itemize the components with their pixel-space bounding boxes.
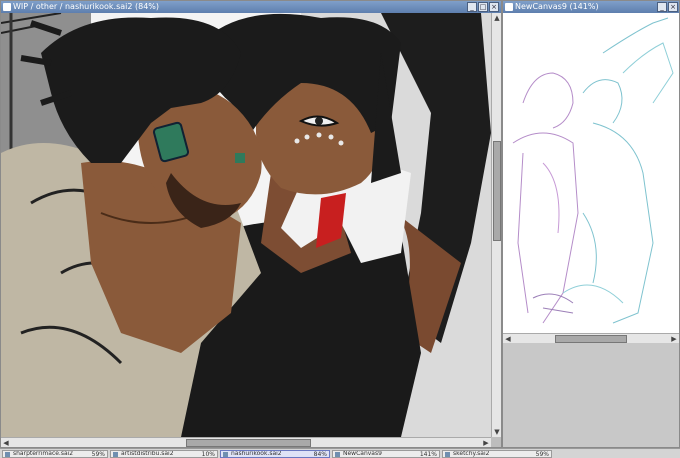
document-tab[interactable]: sharpterrimace.sai2 59% bbox=[2, 450, 108, 458]
document-tab-bar: sharpterrimace.sai2 59% artistdistribu.s… bbox=[0, 448, 680, 458]
left-window-title-bar[interactable]: WIP / other / nashurikook.sai2 (84%) bbox=[1, 1, 501, 13]
document-icon bbox=[5, 452, 10, 457]
document-tab-active[interactable]: nashurikook.sai2 84% bbox=[220, 450, 330, 458]
horizontal-scroll-thumb[interactable] bbox=[186, 439, 311, 447]
maximize-button[interactable]: □ bbox=[478, 2, 488, 12]
close-button[interactable]: × bbox=[489, 2, 499, 12]
tab-label: sharpterrimace.sai2 bbox=[13, 450, 74, 457]
right-horizontal-scrollbar[interactable]: ◀ ▶ bbox=[503, 333, 679, 343]
document-icon bbox=[335, 452, 340, 457]
right-window-title: NewCanvas9 (141%) bbox=[515, 2, 599, 11]
tab-label: NewCanvas9 bbox=[343, 450, 382, 457]
sketch-canvas[interactable] bbox=[503, 13, 679, 333]
tab-label: sketchy.sai2 bbox=[453, 450, 490, 457]
minimize-button[interactable]: _ bbox=[657, 2, 667, 12]
scroll-left-arrow-icon[interactable]: ◀ bbox=[1, 438, 11, 448]
artwork-illustration bbox=[1, 13, 491, 437]
tab-zoom: 10% bbox=[201, 451, 215, 458]
tab-zoom: 84% bbox=[313, 451, 327, 458]
left-canvas-window[interactable]: WIP / other / nashurikook.sai2 (84%) _ □… bbox=[0, 0, 502, 448]
left-window-title: WIP / other / nashurikook.sai2 (84%) bbox=[13, 2, 160, 11]
scroll-down-arrow-icon[interactable]: ▼ bbox=[492, 427, 502, 437]
right-canvas-window[interactable]: NewCanvas9 (141%) _ × ◀ ▶ bbox=[502, 0, 680, 448]
scroll-right-arrow-icon[interactable]: ▶ bbox=[481, 438, 491, 448]
tab-label: nashurikook.sai2 bbox=[231, 450, 282, 457]
document-icon bbox=[445, 452, 450, 457]
tab-zoom: 59% bbox=[91, 451, 105, 458]
document-tab[interactable]: NewCanvas9 141% bbox=[332, 450, 440, 458]
close-button[interactable]: × bbox=[668, 2, 678, 12]
horizontal-scroll-thumb[interactable] bbox=[555, 335, 627, 343]
empty-workspace bbox=[503, 343, 679, 447]
document-icon bbox=[3, 3, 11, 11]
document-icon bbox=[505, 3, 513, 11]
tab-zoom: 59% bbox=[535, 451, 549, 458]
sketch-illustration bbox=[512, 17, 674, 324]
right-window-title-bar[interactable]: NewCanvas9 (141%) bbox=[503, 1, 679, 13]
artwork-canvas[interactable] bbox=[1, 13, 491, 437]
document-tab[interactable]: artistdistribu.sai2 10% bbox=[110, 450, 218, 458]
left-horizontal-scrollbar[interactable]: ◀ ▶ bbox=[1, 437, 491, 447]
tab-zoom: 141% bbox=[419, 451, 437, 458]
scroll-up-arrow-icon[interactable]: ▲ bbox=[492, 13, 502, 23]
document-icon bbox=[113, 452, 118, 457]
document-tab[interactable]: sketchy.sai2 59% bbox=[442, 450, 552, 458]
tab-label: artistdistribu.sai2 bbox=[121, 450, 174, 457]
minimize-button[interactable]: _ bbox=[467, 2, 477, 12]
vertical-scroll-thumb[interactable] bbox=[493, 141, 501, 241]
left-vertical-scrollbar[interactable]: ▲ ▼ bbox=[491, 13, 501, 437]
document-icon bbox=[223, 452, 228, 457]
